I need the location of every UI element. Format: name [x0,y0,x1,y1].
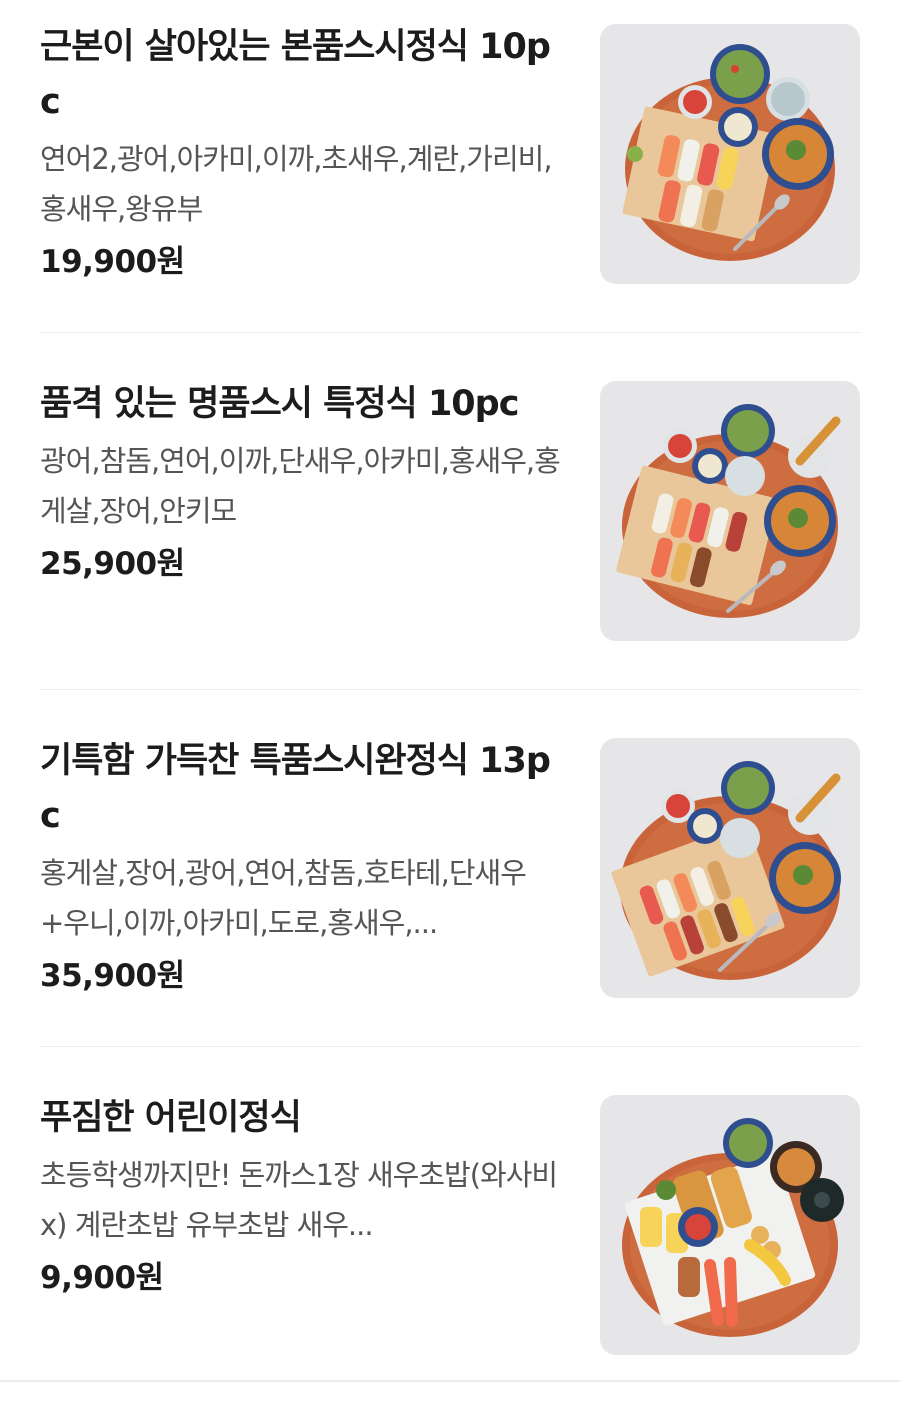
menu-item-description: 초등학생까지만! 돈까스1장 새우초밥(와사비x) 계란초밥 유부초밥 새우..… [40,1158,558,1242]
menu-item-price: 35,900원 [40,958,185,994]
menu-item[interactable]: 근본이 살아있는 본품스시정식 10pc 연어2,광어,아카미,이까,초새우,계… [0,0,900,357]
sushi-set-illustration [600,24,860,284]
menu-item-name: 기특함 가득찬 특품스시완정식 13pc [40,741,551,836]
sushi-set-plate-photo[interactable] [600,24,860,284]
bottom-divider [0,1380,900,1382]
menu-item-description: 광어,참돔,연어,이까,단새우,아카미,홍새우,홍게살,장어,안키모 [40,444,560,528]
premium-sushi-set-illustration [600,381,860,641]
menu-item-name: 근본이 살아있는 본품스시정식 10pc [40,27,551,122]
menu-item[interactable]: 품격 있는 명품스시 특정식 10pc 광어,참돔,연어,이까,단새우,아카미,… [0,357,900,714]
menu-item-description: 연어2,광어,아카미,이까,초새우,계란,가리비,홍새우,왕유부 [40,142,553,226]
kids-set-illustration [600,1095,860,1355]
menu-item-text: 근본이 살아있는 본품스시정식 10pc 연어2,광어,아카미,이까,초새우,계… [40,20,560,288]
menu-item-text: 푸짐한 어린이정식 초등학생까지만! 돈까스1장 새우초밥(와사비x) 계란초밥… [40,1091,560,1304]
divider [40,1046,860,1047]
menu-item-description: 홍게살,장어,광어,연어,참돔,호타테,단새우+우니,이까,아카미,도로,홍새우… [40,856,527,940]
menu-item-text: 기특함 가득찬 특품스시완정식 13pc 홍게살,장어,광어,연어,참돔,호타테… [40,734,560,1002]
kids-set-plate-photo[interactable] [600,1095,860,1355]
premium-sushi-set-plate-photo[interactable] [600,381,860,641]
menu-item-name: 푸짐한 어린이정식 [40,1098,302,1138]
menu-item-price: 25,900원 [40,546,185,582]
special-sushi-full-set-plate-photo[interactable] [600,738,860,998]
menu-item-text: 품격 있는 명품스시 특정식 10pc 광어,참돔,연어,이까,단새우,아카미,… [40,377,560,590]
menu-list: 근본이 살아있는 본품스시정식 10pc 연어2,광어,아카미,이까,초새우,계… [0,0,900,1421]
special-sushi-full-set-illustration [600,738,860,998]
divider [40,689,860,690]
menu-item[interactable]: 푸짐한 어린이정식 초등학생까지만! 돈까스1장 새우초밥(와사비x) 계란초밥… [0,1071,900,1421]
divider [40,332,860,333]
menu-item-name: 품격 있는 명품스시 특정식 10pc [40,384,519,424]
menu-item[interactable]: 기특함 가득찬 특품스시완정식 13pc 홍게살,장어,광어,연어,참돔,호타테… [0,714,900,1071]
menu-item-price: 9,900원 [40,1260,164,1296]
menu-item-price: 19,900원 [40,244,185,280]
